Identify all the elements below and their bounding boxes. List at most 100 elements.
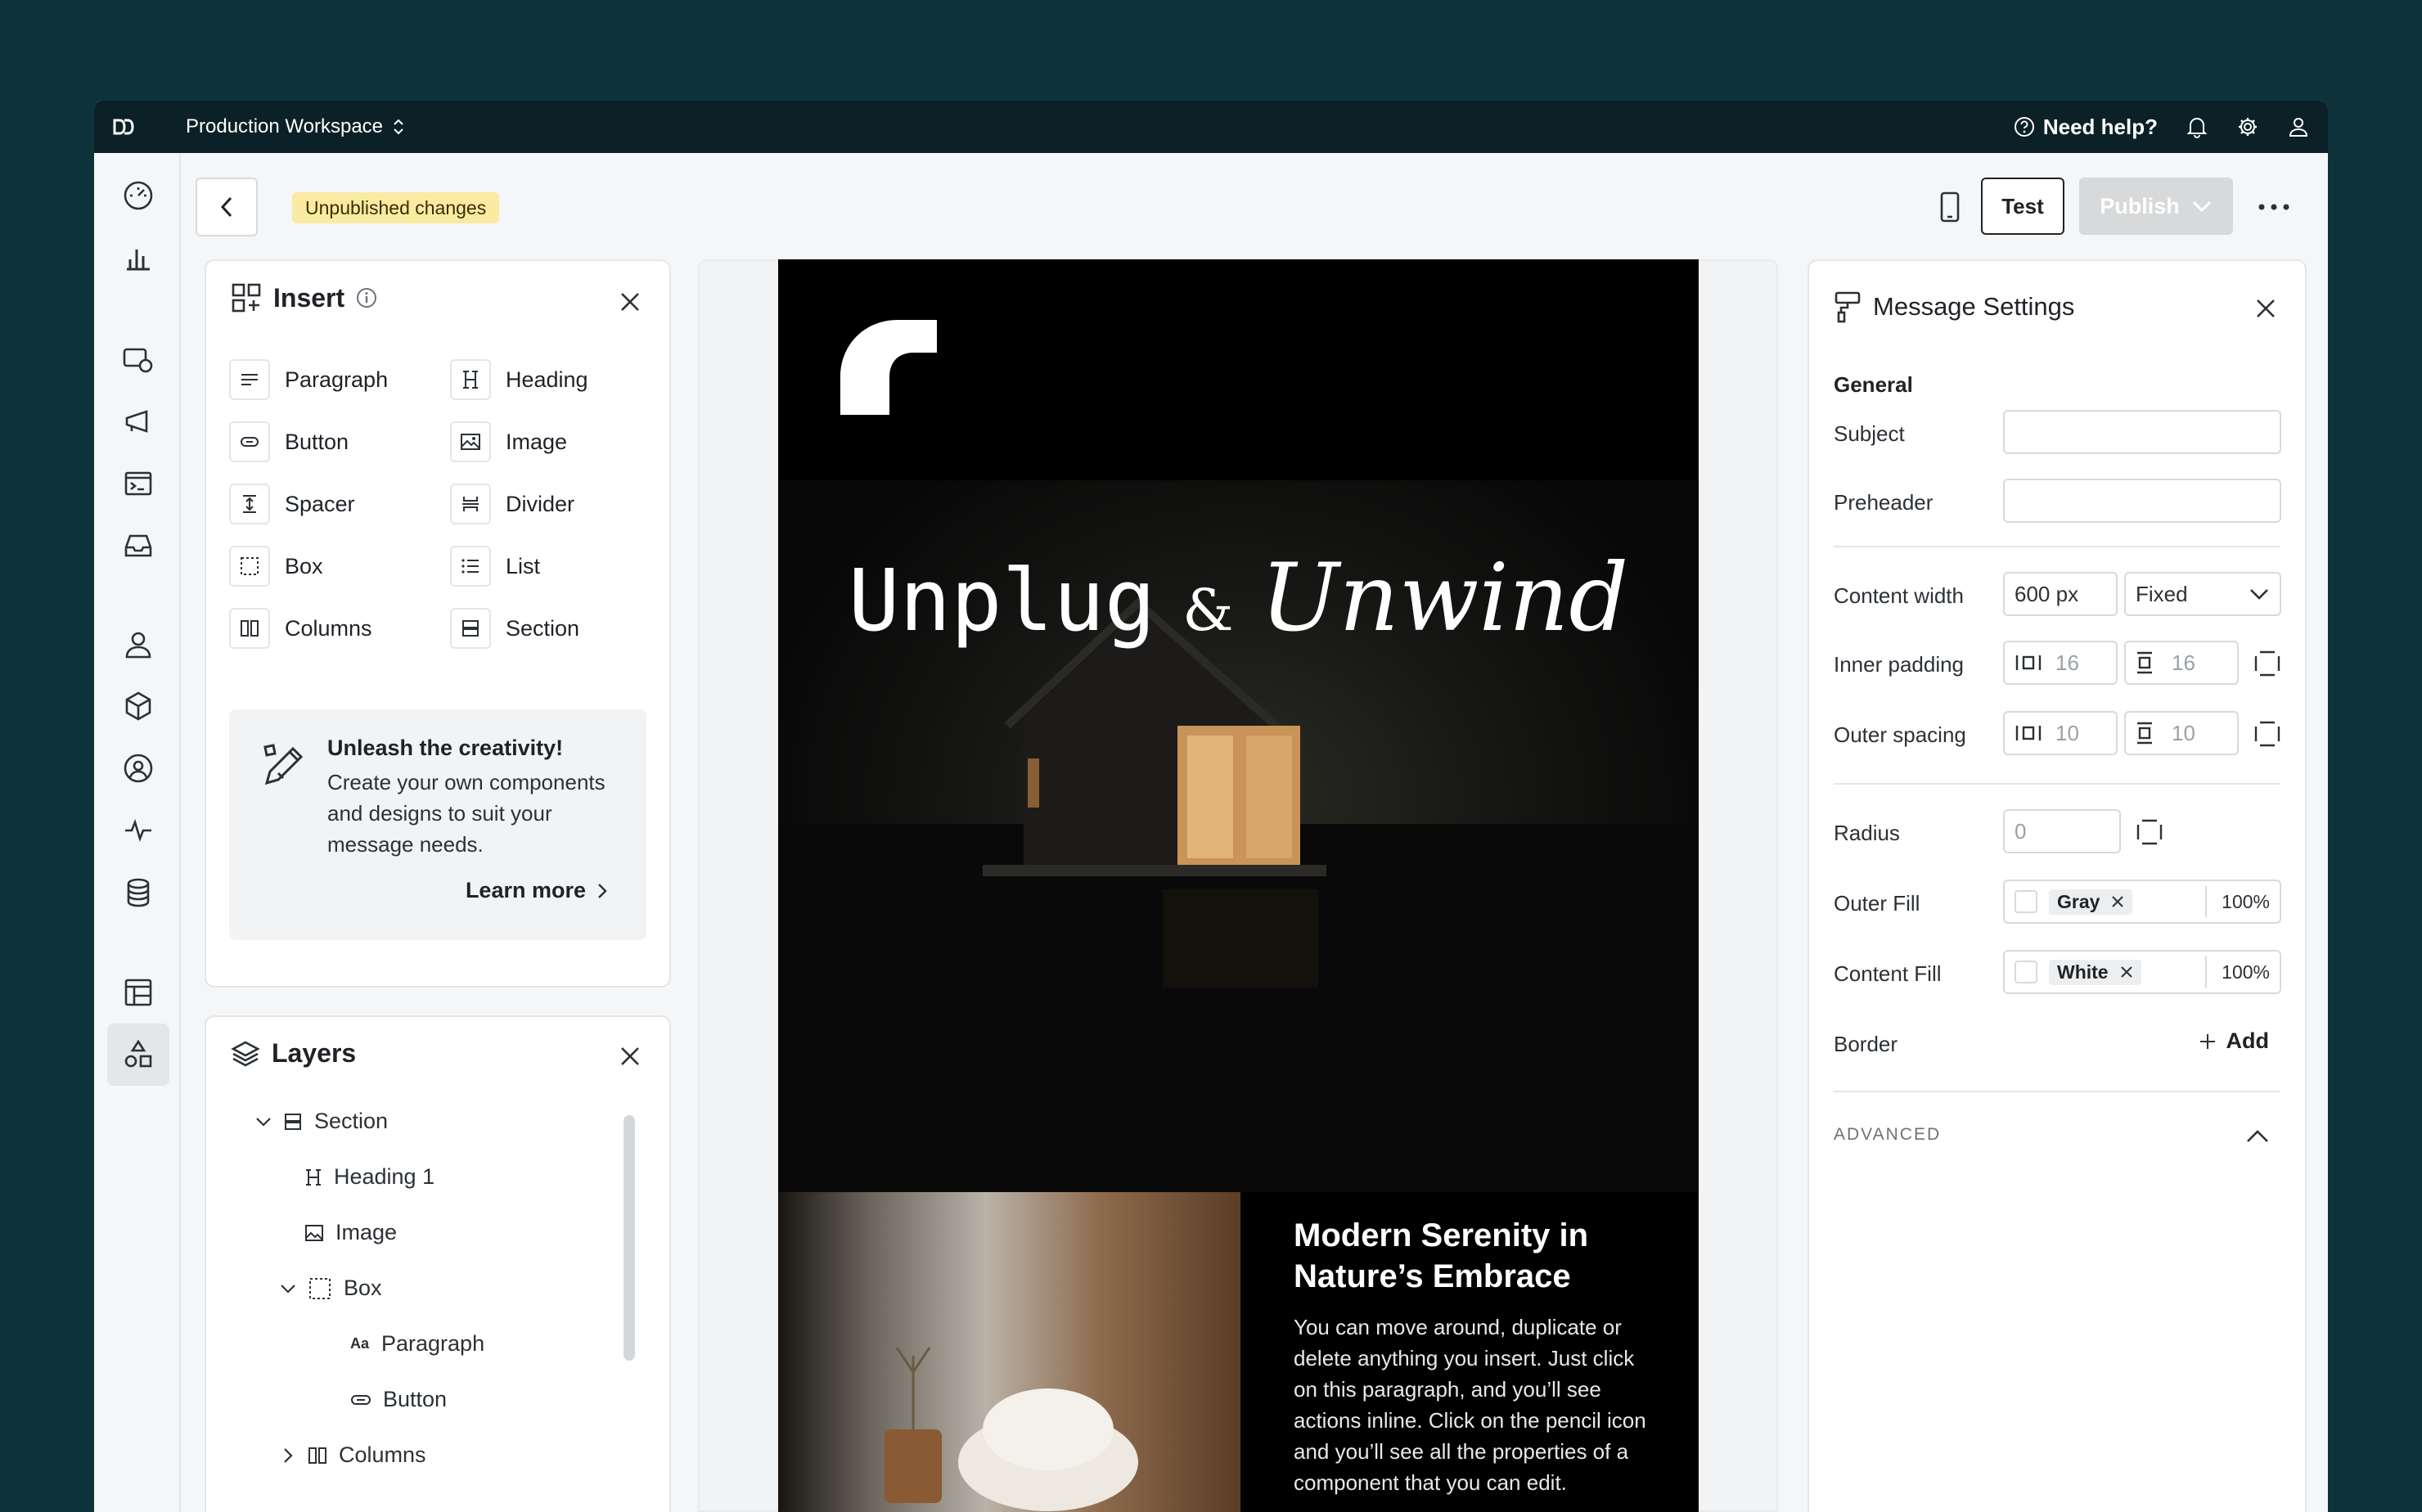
chevron-right-icon — [598, 883, 607, 898]
paint-roller-icon — [1835, 291, 1861, 323]
layer-label: Button — [383, 1387, 448, 1411]
user-icon[interactable] — [2287, 115, 2310, 138]
radius-individual-icon[interactable] — [2133, 816, 2166, 848]
outer-spacing-vertical-input[interactable]: 10 — [2124, 711, 2239, 755]
chevron-down-icon[interactable] — [255, 1116, 272, 1127]
learn-more-link[interactable]: Learn more — [466, 878, 607, 903]
paragraph-icon — [229, 359, 270, 400]
layer-item-button[interactable]: Button — [350, 1387, 447, 1412]
back-button[interactable] — [196, 178, 258, 236]
database-icon[interactable] — [107, 862, 169, 924]
activity-icon[interactable] — [107, 799, 169, 862]
chevron-right-icon[interactable] — [280, 1447, 296, 1464]
outer-fill-input[interactable]: Gray 100% — [2003, 880, 2281, 924]
action-bar: Unpublished changes Test Publish — [181, 153, 2328, 259]
layer-item-heading[interactable]: Heading 1 — [304, 1164, 434, 1190]
analytics-icon[interactable] — [107, 227, 169, 289]
nav-rail — [94, 153, 181, 1512]
layer-item-image[interactable]: Image — [304, 1220, 397, 1245]
outer-spacing-horizontal-input[interactable]: 10 — [2003, 711, 2118, 755]
outer-fill-opacity[interactable]: 100% — [2205, 886, 2270, 917]
button-icon — [229, 421, 270, 462]
pencil-ruler-icon — [263, 744, 304, 785]
content-fill-opacity[interactable]: 100% — [2205, 956, 2270, 988]
add-border-button[interactable]: Add — [2199, 1028, 2269, 1054]
campaigns-icon[interactable] — [107, 328, 169, 390]
border-label: Border — [1834, 1032, 1898, 1056]
layout-icon[interactable] — [107, 961, 169, 1024]
mobile-preview-icon[interactable] — [1927, 184, 1973, 230]
cube-icon[interactable] — [107, 675, 169, 737]
insert-item-box[interactable]: Box — [229, 546, 323, 587]
email-preview[interactable]: Unplug & Unwind Modern Serenity in Natur… — [778, 259, 1699, 1512]
remove-icon[interactable] — [2120, 965, 2133, 979]
insert-grid-icon — [232, 283, 261, 313]
app-logo-icon[interactable] — [112, 117, 135, 137]
insert-item-section[interactable]: Section — [450, 608, 579, 649]
button-icon — [351, 1394, 371, 1405]
insert-item-button[interactable]: Button — [229, 421, 349, 462]
layer-item-section[interactable]: Section — [255, 1109, 388, 1134]
inner-padding-horizontal-input[interactable]: 16 — [2003, 641, 2118, 685]
components-icon[interactable] — [107, 1024, 169, 1086]
workspace-switcher[interactable]: Production Workspace — [186, 115, 404, 138]
bell-icon[interactable] — [2186, 115, 2208, 138]
list-icon — [450, 546, 491, 587]
broadcast-icon[interactable] — [107, 390, 169, 452]
help-link[interactable]: Need help? — [2014, 115, 2158, 140]
message-settings-panel: Message Settings General Subject Prehead… — [1807, 259, 2307, 1512]
audience-icon[interactable] — [107, 737, 169, 799]
insert-item-label: Divider — [506, 491, 575, 516]
layers-header: Layers — [231, 1038, 356, 1069]
layer-item-columns[interactable]: Columns — [280, 1442, 426, 1468]
add-border-label: Add — [2226, 1028, 2269, 1053]
divider — [1834, 783, 2280, 785]
close-settings-icon[interactable] — [2249, 292, 2282, 325]
insert-header: Insert — [231, 282, 377, 313]
layer-label: Heading 1 — [334, 1164, 435, 1189]
inbox-icon[interactable] — [107, 515, 169, 577]
info-icon[interactable] — [356, 287, 377, 308]
terminal-icon[interactable] — [107, 452, 169, 515]
app-window: Production Workspace Need help? Unpublis… — [94, 101, 2328, 1512]
insert-item-image[interactable]: Image — [450, 421, 567, 462]
image-icon — [450, 421, 491, 462]
help-label: Need help? — [2042, 114, 2158, 139]
remove-icon[interactable] — [2111, 895, 2124, 908]
heading-icon — [450, 359, 491, 400]
insert-item-list[interactable]: List — [450, 546, 540, 587]
close-layers-icon[interactable] — [614, 1040, 646, 1073]
inner-padding-vertical-input[interactable]: 16 — [2124, 641, 2239, 685]
padding-individual-icon[interactable] — [2251, 647, 2284, 680]
publish-button[interactable]: Publish — [2079, 178, 2233, 235]
dashboard-icon[interactable] — [107, 164, 169, 227]
person-icon[interactable] — [107, 613, 169, 675]
spacing-individual-icon[interactable] — [2251, 718, 2284, 750]
content-width-mode-select[interactable]: Fixed — [2124, 572, 2281, 616]
image-icon — [305, 1224, 323, 1241]
advanced-heading: ADVANCED — [1834, 1125, 1942, 1144]
insert-item-heading[interactable]: Heading — [450, 359, 588, 400]
preheader-input[interactable] — [2003, 479, 2281, 523]
insert-item-columns[interactable]: Columns — [229, 608, 372, 649]
content-width-input[interactable]: 600 px — [2003, 572, 2118, 616]
layer-item-box[interactable]: Box — [280, 1276, 382, 1301]
subject-input[interactable] — [2003, 410, 2281, 454]
chevron-down-icon[interactable] — [280, 1283, 296, 1294]
layers-scrollbar[interactable] — [624, 1115, 635, 1361]
radius-input[interactable]: 0 — [2003, 809, 2121, 853]
chevron-up-icon[interactable] — [2241, 1120, 2274, 1153]
inner-padding-label: Inner padding — [1834, 652, 1965, 677]
layer-item-paragraph[interactable]: Aa Paragraph — [350, 1331, 484, 1357]
insert-item-divider[interactable]: Divider — [450, 484, 574, 524]
close-insert-icon[interactable] — [614, 286, 646, 318]
insert-item-paragraph[interactable]: Paragraph — [229, 359, 388, 400]
content-fill-input[interactable]: White 100% — [2003, 950, 2281, 994]
gear-icon[interactable] — [2236, 115, 2259, 138]
settings-header: Message Settings — [1834, 290, 2074, 323]
more-options-icon[interactable] — [2251, 184, 2297, 230]
insert-item-label: Paragraph — [285, 367, 389, 392]
outer-fill-color: Gray — [2057, 890, 2100, 912]
test-button[interactable]: Test — [1981, 178, 2064, 235]
insert-item-spacer[interactable]: Spacer — [229, 484, 355, 524]
